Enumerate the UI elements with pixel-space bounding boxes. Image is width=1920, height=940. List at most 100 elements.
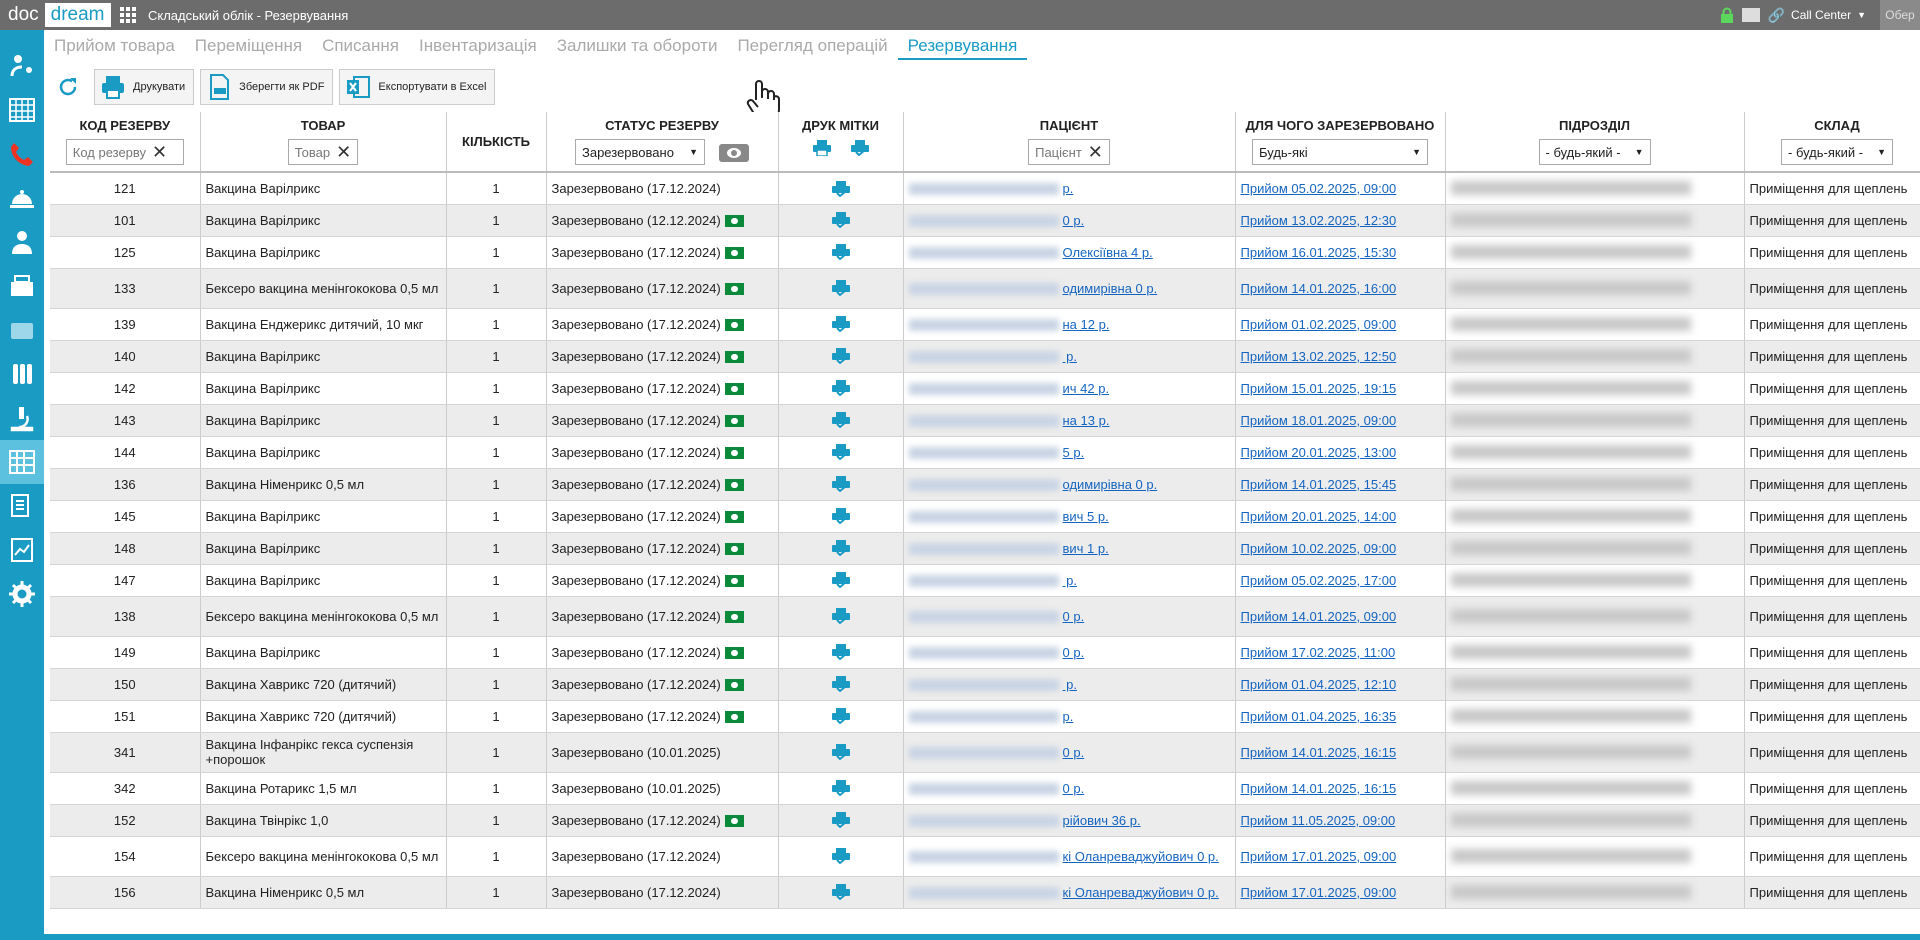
code-filter-input[interactable]: Код резерву ✕: [65, 139, 184, 165]
print-label-icon[interactable]: [831, 348, 850, 365]
product-filter-input[interactable]: Товар ✕: [287, 139, 359, 165]
cell-patient[interactable]: рійович 36 р.: [903, 804, 1236, 837]
patient-link[interactable]: р.: [1063, 709, 1074, 724]
table-row[interactable]: 151 Вакцина Хаврикс 720 (дитячий) 1 Зарезер…: [50, 700, 1920, 733]
appointment-link[interactable]: Прийом 17.01.2025, 09:00: [1241, 849, 1397, 864]
print-label-icon[interactable]: [831, 412, 850, 429]
print-checked-icon[interactable]: [850, 139, 869, 156]
cell-patient[interactable]: р.: [903, 668, 1236, 701]
print-label-icon[interactable]: [831, 644, 850, 661]
patient-link[interactable]: одимирівна 0 р.: [1063, 281, 1158, 296]
print-label-icon[interactable]: [831, 848, 850, 865]
cell-patient[interactable]: кі Оланреваджуйович 0 р.: [903, 836, 1236, 877]
clear-icon[interactable]: ✕: [336, 142, 351, 163]
cell-patient[interactable]: 0 р.: [903, 636, 1236, 669]
appointment-link[interactable]: Прийом 01.02.2025, 09:00: [1241, 317, 1397, 332]
col-product[interactable]: ТОВАР Товар ✕: [200, 112, 447, 173]
tab-writeoff[interactable]: Списання: [312, 30, 409, 60]
status-filter-select[interactable]: Зарезервовано ▼: [575, 139, 705, 165]
patient-link[interactable]: 0 р.: [1063, 609, 1085, 624]
lock-icon[interactable]: [1720, 7, 1734, 23]
table-row[interactable]: 142 Вакцина Варілрикс 1 Зарезервовано (17.1…: [50, 372, 1920, 405]
table-row[interactable]: 342 Вакцина Ротарикс 1,5 мл 1 Зарезервовано…: [50, 772, 1920, 805]
patient-link[interactable]: р.: [1063, 677, 1077, 692]
print-label-icon[interactable]: [831, 676, 850, 693]
patient-link[interactable]: кі Оланреваджуйович 0 р.: [1063, 849, 1219, 864]
col-status[interactable]: СТАТУС РЕЗЕРВУ Зарезервовано ▼: [546, 112, 779, 173]
appointment-link[interactable]: Прийом 16.01.2025, 15:30: [1241, 245, 1397, 260]
patient-link[interactable]: на 12 р.: [1063, 317, 1110, 332]
table-row[interactable]: 140 Вакцина Варілрикс 1 Зарезервовано (17.1…: [50, 340, 1920, 373]
appointment-link[interactable]: Прийом 05.02.2025, 09:00: [1241, 181, 1397, 196]
cell-patient[interactable]: вич 5 р.: [903, 500, 1236, 533]
table-row[interactable]: 152 Вакцина Твінрікс 1,0 1 Зарезервовано (1…: [50, 804, 1920, 837]
cell-patient[interactable]: вич 1 р.: [903, 532, 1236, 565]
print-label-icon[interactable]: [831, 780, 850, 797]
appointment-link[interactable]: Прийом 20.01.2025, 14:00: [1241, 509, 1397, 524]
sidebar-item-reception[interactable]: [0, 176, 44, 220]
appointment-link[interactable]: Прийом 14.01.2025, 16:15: [1241, 781, 1397, 796]
clear-icon[interactable]: ✕: [152, 142, 167, 163]
table-row[interactable]: 138 Бексеро вакцина менінгококова 0,5 мл 1…: [50, 596, 1920, 637]
table-row[interactable]: 150 Вакцина Хаврикс 720 (дитячий) 1 Зарезер…: [50, 668, 1920, 701]
patient-link[interactable]: 0 р.: [1063, 745, 1085, 760]
print-label-icon[interactable]: [831, 380, 850, 397]
sidebar-item-research[interactable]: [0, 396, 44, 440]
call-center-select[interactable]: Call Center: [1791, 8, 1851, 22]
table-row[interactable]: 143 Вакцина Варілрикс 1 Зарезервовано (17.1…: [50, 404, 1920, 437]
table-row[interactable]: 154 Бексеро вакцина менінгококова 0,5 мл 1…: [50, 836, 1920, 877]
cell-patient[interactable]: на 12 р.: [903, 308, 1236, 341]
patient-link[interactable]: вич 1 р.: [1063, 541, 1109, 556]
cell-patient[interactable]: кі Оланреваджуйович 0 р.: [903, 876, 1236, 909]
appointment-link[interactable]: Прийом 10.02.2025, 09:00: [1241, 541, 1397, 556]
col-warehouse[interactable]: СКЛАД - будь-який - ▼: [1744, 112, 1920, 173]
cell-patient[interactable]: 5 р.: [903, 436, 1236, 469]
warehouse-filter-select[interactable]: - будь-який - ▼: [1781, 139, 1893, 165]
col-qty[interactable]: КІЛЬКІСТЬ: [446, 112, 547, 173]
patient-link[interactable]: р.: [1063, 181, 1074, 196]
tab-operations[interactable]: Перегляд операцій: [727, 30, 897, 60]
card-icon[interactable]: [1741, 8, 1760, 22]
cell-patient[interactable]: 0 р.: [903, 732, 1236, 773]
table-row[interactable]: 125 Вакцина Варілрикс 1 Зарезервовано (17.1…: [50, 236, 1920, 269]
tab-balances[interactable]: Залишки та обороти: [547, 30, 728, 60]
col-label-print[interactable]: ДРУК МІТКИ: [778, 112, 904, 173]
print-label-icon[interactable]: [831, 508, 850, 525]
table-row[interactable]: 149 Вакцина Варілрикс 1 Зарезервовано (17.1…: [50, 636, 1920, 669]
print-label-icon[interactable]: [831, 812, 850, 829]
print-label-icon[interactable]: [831, 572, 850, 589]
table-row[interactable]: 133 Бексеро вакцина менінгококова 0,5 мл 1…: [50, 268, 1920, 309]
appointment-link[interactable]: Прийом 01.04.2025, 12:10: [1241, 677, 1397, 692]
appointment-link[interactable]: Прийом 17.02.2025, 11:00: [1241, 645, 1396, 660]
col-code[interactable]: КОД РЕЗЕРВУ Код резерву ✕: [50, 112, 201, 173]
cell-patient[interactable]: одимирівна 0 р.: [903, 468, 1236, 501]
appointment-link[interactable]: Прийом 15.01.2025, 19:15: [1241, 381, 1397, 396]
print-button[interactable]: Друкувати: [94, 69, 195, 105]
purpose-filter-select[interactable]: Будь-які ▼: [1252, 139, 1428, 165]
cell-patient[interactable]: р.: [903, 172, 1236, 205]
print-label-icon[interactable]: [831, 608, 850, 625]
patient-link[interactable]: кі Оланреваджуйович 0 р.: [1063, 885, 1219, 900]
table-row[interactable]: 121 Вакцина Варілрикс 1 Зарезервовано (17.1…: [50, 172, 1920, 205]
division-filter-select[interactable]: - будь-який - ▼: [1538, 139, 1651, 165]
cell-patient[interactable]: одимирівна 0 р.: [903, 268, 1236, 309]
print-label-icon[interactable]: [831, 744, 850, 761]
table-row[interactable]: 145 Вакцина Варілрикс 1 Зарезервовано (17.1…: [50, 500, 1920, 533]
patient-link[interactable]: рійович 36 р.: [1063, 813, 1141, 828]
appointment-link[interactable]: Прийом 20.01.2025, 13:00: [1241, 445, 1397, 460]
sidebar-item-warehouse[interactable]: [0, 440, 44, 484]
table-row[interactable]: 148 Вакцина Варілрикс 1 Зарезервовано (17.1…: [50, 532, 1920, 565]
cell-patient[interactable]: р.: [903, 564, 1236, 597]
user-menu[interactable]: Обер: [1880, 0, 1920, 30]
sidebar-item-staff[interactable]: [0, 220, 44, 264]
tab-transfer[interactable]: Переміщення: [185, 30, 312, 60]
print-label-icon[interactable]: [831, 316, 850, 333]
clear-icon[interactable]: ✕: [1088, 142, 1103, 163]
appointment-link[interactable]: Прийом 18.01.2025, 09:00: [1241, 413, 1397, 428]
table-row[interactable]: 136 Вакцина Німенрикс 0,5 мл 1 Зарезервован…: [50, 468, 1920, 501]
link-icon[interactable]: 🔗: [1768, 7, 1785, 24]
patient-link[interactable]: 0 р.: [1063, 213, 1085, 228]
print-label-icon[interactable]: [831, 708, 850, 725]
cell-patient[interactable]: 0 р.: [903, 204, 1236, 237]
patient-link[interactable]: 5 р.: [1063, 445, 1085, 460]
